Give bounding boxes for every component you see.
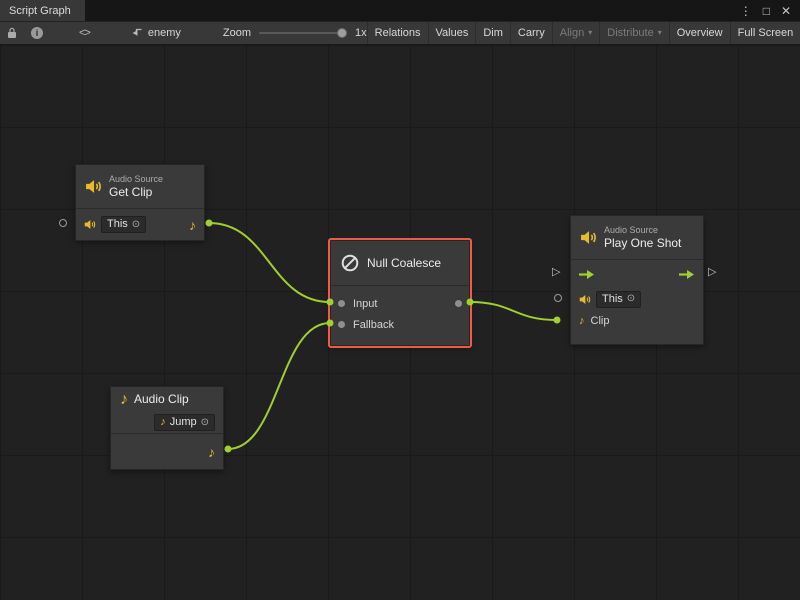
target-port-row: This ⊙ ♪	[76, 209, 204, 240]
zoom-value: 1x	[355, 27, 367, 39]
result-output-port[interactable]	[455, 300, 462, 307]
audio-clip-icon: ♪	[120, 392, 128, 408]
input-port-label: Input	[353, 298, 377, 310]
window-close-icon[interactable]: ✕	[781, 5, 791, 17]
tab-title: Script Graph	[9, 5, 71, 17]
tab-bar: Script Graph ⋮ □ ✕	[0, 0, 800, 21]
speaker-icon	[579, 294, 591, 305]
clip-port-label: Clip	[591, 315, 610, 327]
values-button[interactable]: Values	[428, 22, 476, 44]
code-icon[interactable]: <>	[72, 22, 97, 44]
object-picker-icon: ⊙	[627, 294, 635, 304]
node-play-one-shot[interactable]: Audio Source Play One Shot This ⊙ ♪ Clip	[570, 215, 704, 345]
target-value: This	[107, 218, 128, 231]
clip-value-row: ♪ Jump ⊙	[111, 412, 223, 433]
object-picker-icon: ⊙	[132, 220, 140, 230]
lock-icon[interactable]	[0, 22, 24, 44]
clip-value: Jump	[170, 416, 197, 429]
control-input-port[interactable]	[579, 269, 595, 280]
window-menu-icon[interactable]: ⋮	[740, 5, 752, 17]
overview-button[interactable]: Overview	[669, 22, 730, 44]
align-button[interactable]: Align ▾	[552, 22, 599, 44]
fallback-port-row: Fallback	[331, 314, 469, 335]
zoom-label: Zoom	[223, 27, 251, 39]
node-get-clip[interactable]: Audio Source Get Clip This ⊙ ♪	[75, 164, 205, 241]
tab-spacer	[85, 0, 740, 21]
node-header: Null Coalesce	[331, 241, 469, 285]
node-title: Null Coalesce	[367, 256, 441, 270]
target-object-field[interactable]: This ⊙	[596, 291, 641, 308]
node-title: Play One Shot	[604, 236, 681, 251]
null-coalesce-icon	[340, 253, 360, 273]
node-header: Audio Source Get Clip	[76, 165, 204, 208]
output-port-row: ♪	[111, 434, 223, 469]
audio-clip-field[interactable]: ♪ Jump ⊙	[154, 414, 215, 431]
unconnected-input-port[interactable]	[554, 294, 562, 302]
graph-toolbar: i <> enemy Zoom 1x Relations Values Dim …	[0, 21, 800, 45]
node-title: Audio Clip	[134, 392, 189, 407]
input-port[interactable]	[338, 300, 345, 307]
audio-source-icon	[85, 179, 102, 194]
graph-name: enemy	[148, 27, 181, 39]
node-title: Get Clip	[109, 185, 163, 200]
clip-port-row: ♪ Clip	[571, 310, 703, 332]
node-header: Audio Source Play One Shot	[571, 216, 703, 259]
control-in-triangle-port[interactable]: ▷	[552, 267, 560, 278]
node-category: Audio Source	[109, 174, 163, 185]
chevron-down-icon: ▾	[588, 29, 592, 37]
fallback-port[interactable]	[338, 321, 345, 328]
control-out-triangle-port[interactable]: ▷	[708, 267, 716, 278]
target-value: This	[602, 293, 623, 306]
audioclip-output-port[interactable]: ♪	[189, 218, 196, 232]
target-object-field[interactable]: This ⊙	[101, 216, 146, 233]
music-note-icon: ♪	[160, 417, 166, 428]
node-header: ♪ Audio Clip	[111, 387, 223, 412]
speaker-icon	[84, 219, 96, 230]
target-port-row: This ⊙	[571, 288, 703, 310]
tab-script-graph[interactable]: Script Graph	[0, 0, 85, 21]
info-icon[interactable]: i	[24, 22, 50, 44]
script-graph-asset-icon	[131, 28, 143, 38]
zoom-slider-handle[interactable]	[337, 28, 347, 38]
node-category: Audio Source	[604, 225, 681, 236]
window-maximize-icon[interactable]: □	[763, 5, 770, 17]
object-picker-icon: ⊙	[201, 418, 209, 428]
unconnected-input-port[interactable]	[59, 219, 67, 227]
dim-button[interactable]: Dim	[475, 22, 510, 44]
input-port-row: Input	[331, 293, 469, 314]
carry-button[interactable]: Carry	[510, 22, 552, 44]
audioclip-output-port[interactable]: ♪	[208, 445, 215, 459]
control-output-port[interactable]	[679, 269, 695, 280]
node-audio-clip[interactable]: ♪ Audio Clip ♪ Jump ⊙ ♪	[110, 386, 224, 470]
fallback-port-label: Fallback	[353, 319, 394, 331]
graph-canvas[interactable]: Audio Source Get Clip This ⊙ ♪ Null Coal…	[0, 45, 800, 600]
control-flow-row	[571, 260, 703, 288]
distribute-button[interactable]: Distribute ▾	[599, 22, 668, 44]
full-screen-button[interactable]: Full Screen	[730, 22, 800, 44]
zoom-slider[interactable]	[259, 32, 347, 34]
audioclip-type-icon: ♪	[579, 316, 585, 327]
node-null-coalesce[interactable]: Null Coalesce Input Fallback	[330, 240, 470, 346]
graph-breadcrumb[interactable]: enemy	[131, 27, 181, 39]
audio-source-icon	[580, 230, 597, 245]
relations-button[interactable]: Relations	[367, 22, 428, 44]
chevron-down-icon: ▾	[658, 29, 662, 37]
